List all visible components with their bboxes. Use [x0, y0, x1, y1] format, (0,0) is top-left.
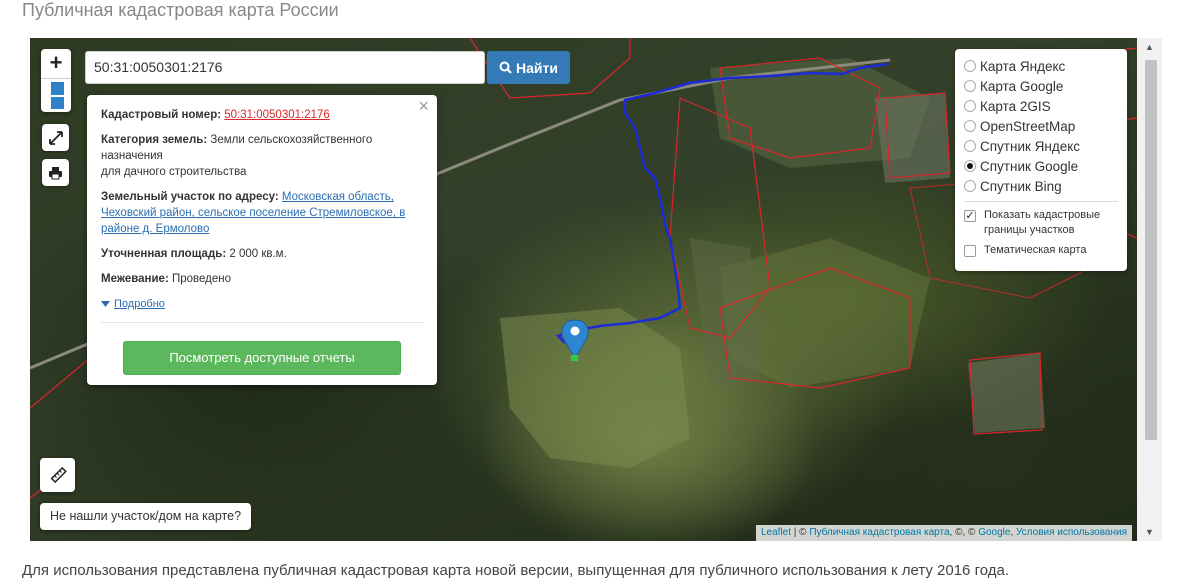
details-link-label: Подробно	[114, 298, 165, 310]
radio-button[interactable]	[964, 140, 976, 152]
fullscreen-icon	[48, 130, 63, 145]
layer-option-label: Карта Google	[980, 78, 1064, 94]
field-area	[500, 308, 690, 468]
search-input[interactable]: 50:31:0050301:2176	[85, 51, 485, 84]
category-value-2: для дачного строительства	[101, 166, 247, 178]
page-title: Публичная кадастровая карта России	[22, 0, 339, 20]
view-reports-button[interactable]: Посмотреть доступные отчеты	[123, 341, 401, 375]
close-icon[interactable]: ×	[418, 97, 429, 115]
cadastral-number-link[interactable]: 50:31:0050301:2176	[224, 109, 330, 121]
attribution-text: , ©, ©	[949, 527, 979, 538]
search-icon	[499, 61, 512, 74]
divider	[101, 322, 423, 323]
radio-button[interactable]	[964, 180, 976, 192]
layer-option-label: Карта 2GIS	[980, 98, 1051, 114]
address-label: Земельный участок по адресу:	[101, 191, 279, 203]
survey-value: Проведено	[171, 273, 232, 285]
details-link[interactable]: Подробно	[101, 296, 423, 312]
caret-down-icon	[101, 301, 110, 307]
ruler-button[interactable]	[40, 458, 75, 492]
scroll-thumb[interactable]	[1145, 60, 1157, 440]
scroll-down-arrow-icon[interactable]: ▼	[1137, 523, 1162, 541]
layer-option[interactable]: Спутник Google	[964, 156, 1118, 176]
layer-option[interactable]: Спутник Яндекс	[964, 136, 1118, 156]
checkbox[interactable]: ✓	[964, 210, 976, 222]
satellite-map[interactable]: + 50:31:0050301:2176 Найти × Кадастровый…	[30, 38, 1137, 541]
checkbox-label: Показать кадастровые границы участков	[984, 209, 1101, 236]
cadastral-label: Кадастровый номер:	[101, 109, 222, 121]
terms-link[interactable]: Условия использования	[1016, 527, 1127, 538]
page-description: Для использования представлена публичная…	[22, 562, 1009, 579]
layer-option-label: Спутник Яндекс	[980, 138, 1081, 154]
pkk-link[interactable]: Публичная кадастровая карта	[809, 527, 949, 538]
radio-button[interactable]	[964, 60, 976, 72]
layer-checkbox-option[interactable]: Тематическая карта	[964, 243, 1118, 258]
ruler-icon	[50, 466, 67, 484]
radio-button[interactable]	[964, 160, 976, 172]
area-label: Уточненная площадь:	[101, 248, 227, 260]
village-area	[968, 353, 1045, 433]
map-container[interactable]: + 50:31:0050301:2176 Найти × Кадастровый…	[30, 38, 1162, 541]
attribution-text: | ©	[791, 527, 810, 538]
layer-option[interactable]: Карта 2GIS	[964, 96, 1118, 116]
map-scrollbar[interactable]: ▲ ▼	[1137, 38, 1162, 541]
print-icon	[49, 166, 62, 179]
layer-option[interactable]: Карта Яндекс	[964, 56, 1118, 76]
scroll-up-arrow-icon[interactable]: ▲	[1137, 38, 1162, 56]
layer-option-label: Спутник Google	[980, 158, 1079, 174]
map-attribution: Leaflet | © Публичная кадастровая карта,…	[755, 525, 1132, 541]
category-label: Категория земель:	[101, 134, 208, 146]
fullscreen-button[interactable]	[42, 124, 69, 151]
zoom-level-slider[interactable]	[51, 82, 64, 109]
zoom-in-button[interactable]: +	[41, 49, 71, 79]
layer-option-label: Карта Яндекс	[980, 58, 1066, 74]
print-button[interactable]	[42, 159, 69, 186]
radio-button[interactable]	[964, 80, 976, 92]
radio-button[interactable]	[964, 120, 976, 132]
checkbox-label: Тематическая карта	[984, 244, 1087, 256]
google-link[interactable]: Google	[978, 527, 1010, 538]
layer-switcher: Карта Яндекс Карта Google Карта 2GIS OpenSt…	[955, 49, 1127, 271]
layer-option-label: OpenStreetMap	[980, 118, 1076, 134]
radio-button[interactable]	[964, 100, 976, 112]
survey-label: Межевание:	[101, 273, 169, 285]
find-button[interactable]: Найти	[487, 51, 570, 84]
checkbox[interactable]	[964, 245, 976, 257]
layer-option-label: Спутник Bing	[980, 178, 1062, 194]
leaflet-link[interactable]: Leaflet	[761, 527, 791, 538]
area-value: 2 000 кв.м.	[229, 248, 287, 260]
divider	[964, 201, 1118, 202]
missing-parcel-button[interactable]: Не нашли участок/дом на карте?	[40, 503, 252, 530]
village-area	[875, 93, 950, 183]
parcel-info-popup: × Кадастровый номер: 50:31:0050301:2176 …	[87, 95, 437, 385]
zoom-control: +	[41, 49, 71, 112]
layer-option[interactable]: Карта Google	[964, 76, 1118, 96]
layer-checkbox-option[interactable]: ✓ Показать кадастровые границы участков	[964, 208, 1118, 238]
find-button-label: Найти	[516, 59, 558, 76]
layer-option[interactable]: Спутник Bing	[964, 176, 1118, 196]
layer-option[interactable]: OpenStreetMap	[964, 116, 1118, 136]
